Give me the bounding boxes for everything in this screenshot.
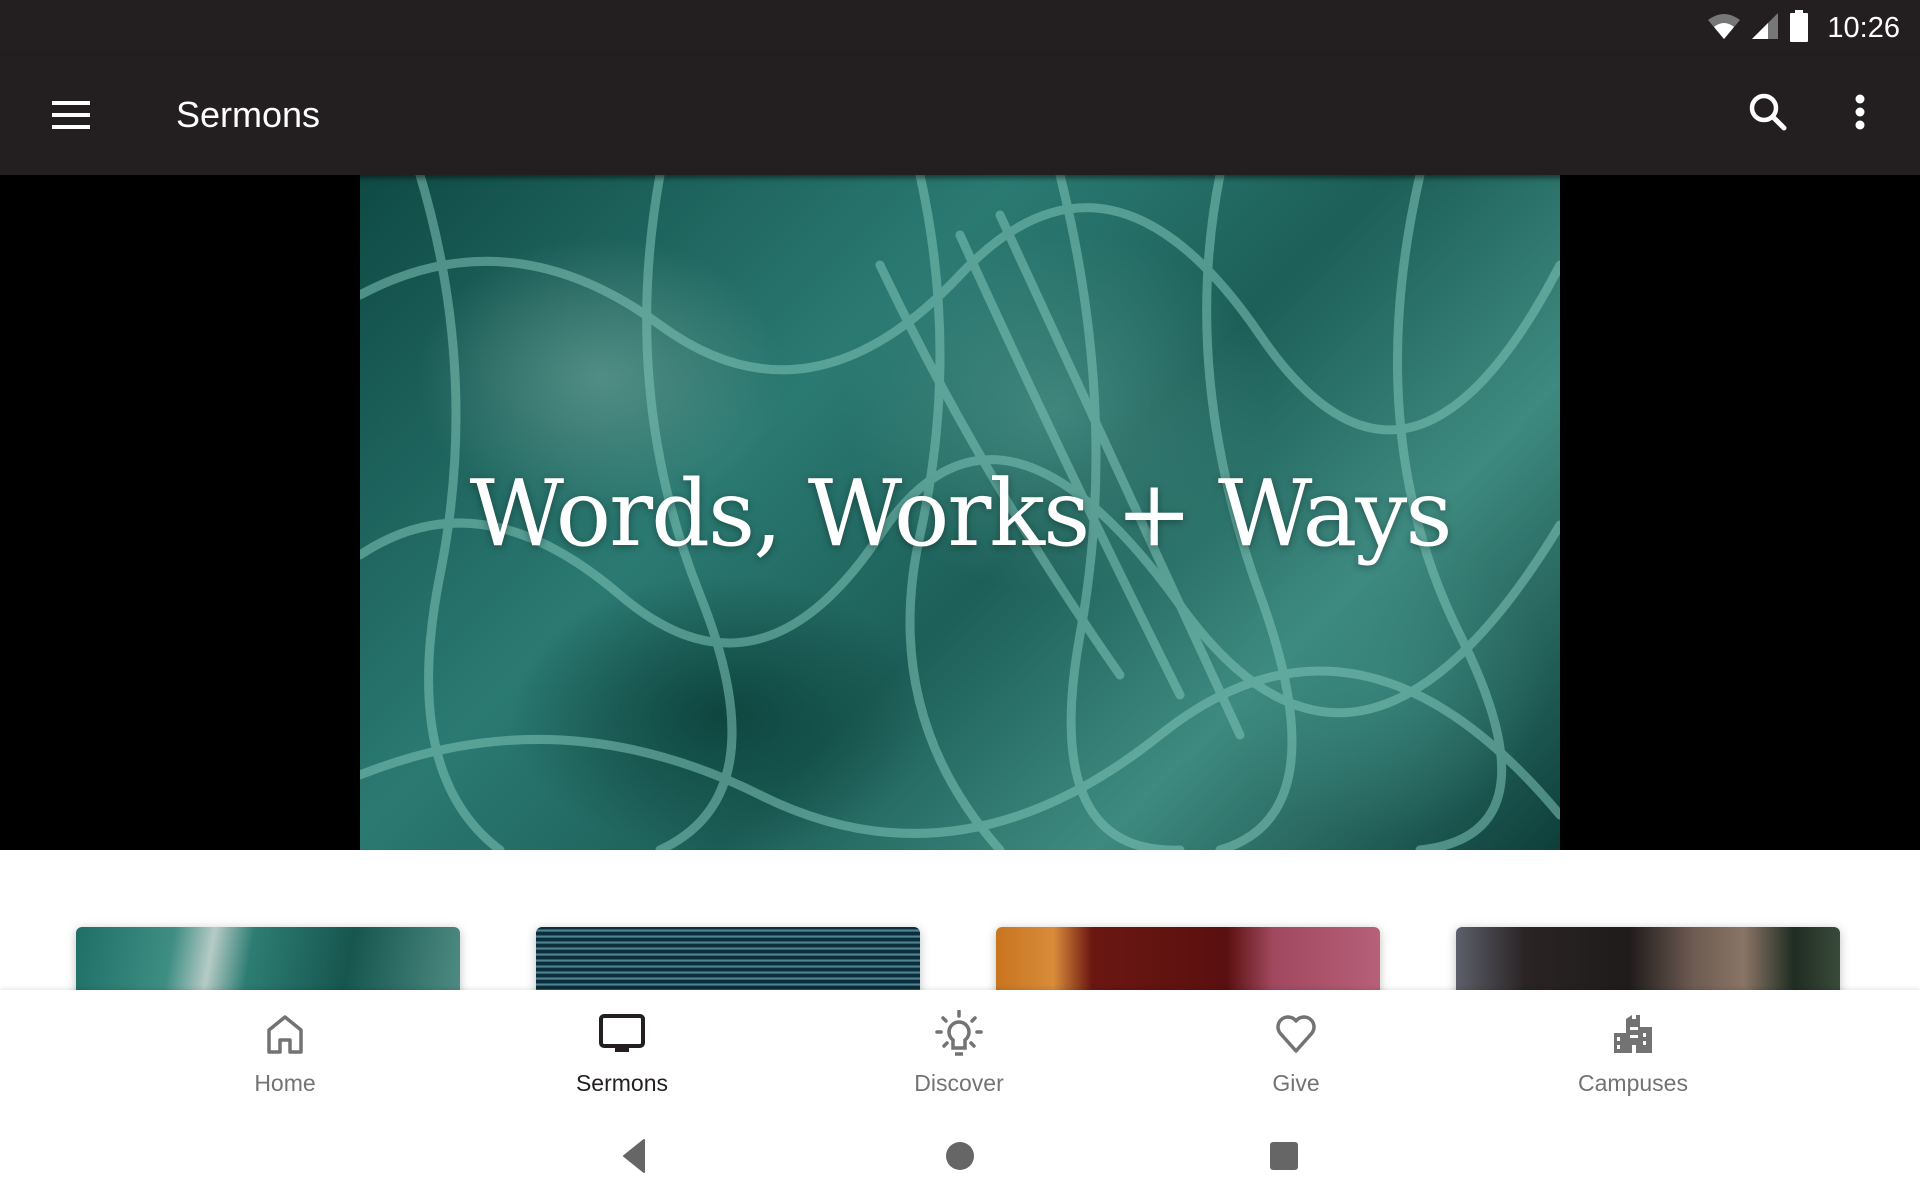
nav-label-discover: Discover xyxy=(914,1070,1004,1096)
cell-signal-icon xyxy=(1751,12,1779,45)
tv-icon xyxy=(598,1010,646,1058)
status-time: 10:26 xyxy=(1827,11,1900,44)
hero-image: Words, Works + Ways xyxy=(360,175,1560,850)
building-icon xyxy=(1609,1010,1657,1058)
home-icon xyxy=(261,1010,309,1058)
menu-icon xyxy=(52,100,92,135)
heart-icon xyxy=(1272,1010,1320,1058)
nav-item-sermons[interactable]: Sermons xyxy=(492,990,752,1115)
nav-label-campuses: Campuses xyxy=(1578,1070,1688,1096)
back-button[interactable] xyxy=(604,1133,664,1183)
nav-item-home[interactable]: Home xyxy=(155,990,415,1115)
bottom-navigation: Home Sermons Discover Give Campuses xyxy=(0,990,1920,1115)
battery-icon xyxy=(1789,9,1809,47)
nav-label-give: Give xyxy=(1272,1070,1320,1096)
recents-icon xyxy=(1269,1141,1299,1176)
home-button[interactable] xyxy=(930,1133,990,1183)
nav-label-sermons: Sermons xyxy=(575,1070,669,1096)
page-title: Sermons xyxy=(176,94,321,135)
status-bar: 10:26 xyxy=(0,0,1920,56)
more-options-button[interactable] xyxy=(1832,86,1888,142)
hero-title: Words, Works + Ways xyxy=(469,460,1452,567)
status-icons: 10:26 xyxy=(1707,8,1900,48)
recents-button[interactable] xyxy=(1254,1133,1314,1183)
wifi-icon xyxy=(1707,12,1741,45)
search-icon xyxy=(1748,92,1788,137)
nav-item-discover[interactable]: Discover xyxy=(829,990,1089,1115)
nav-label-home: Home xyxy=(254,1070,316,1096)
search-button[interactable] xyxy=(1740,86,1796,142)
nav-item-give[interactable]: Give xyxy=(1166,990,1426,1115)
menu-button[interactable] xyxy=(42,92,102,142)
system-navigation-bar xyxy=(0,1115,1920,1200)
home-circle-icon xyxy=(945,1141,975,1176)
back-icon xyxy=(622,1138,646,1178)
app-bar: Sermons xyxy=(0,56,1920,175)
nav-item-campuses[interactable]: Campuses xyxy=(1503,990,1763,1115)
sermon-series-list xyxy=(0,927,1920,1007)
hero-banner[interactable]: Words, Works + Ways xyxy=(0,175,1920,850)
lightbulb-icon xyxy=(935,1010,983,1058)
more-vert-icon xyxy=(1854,94,1866,135)
